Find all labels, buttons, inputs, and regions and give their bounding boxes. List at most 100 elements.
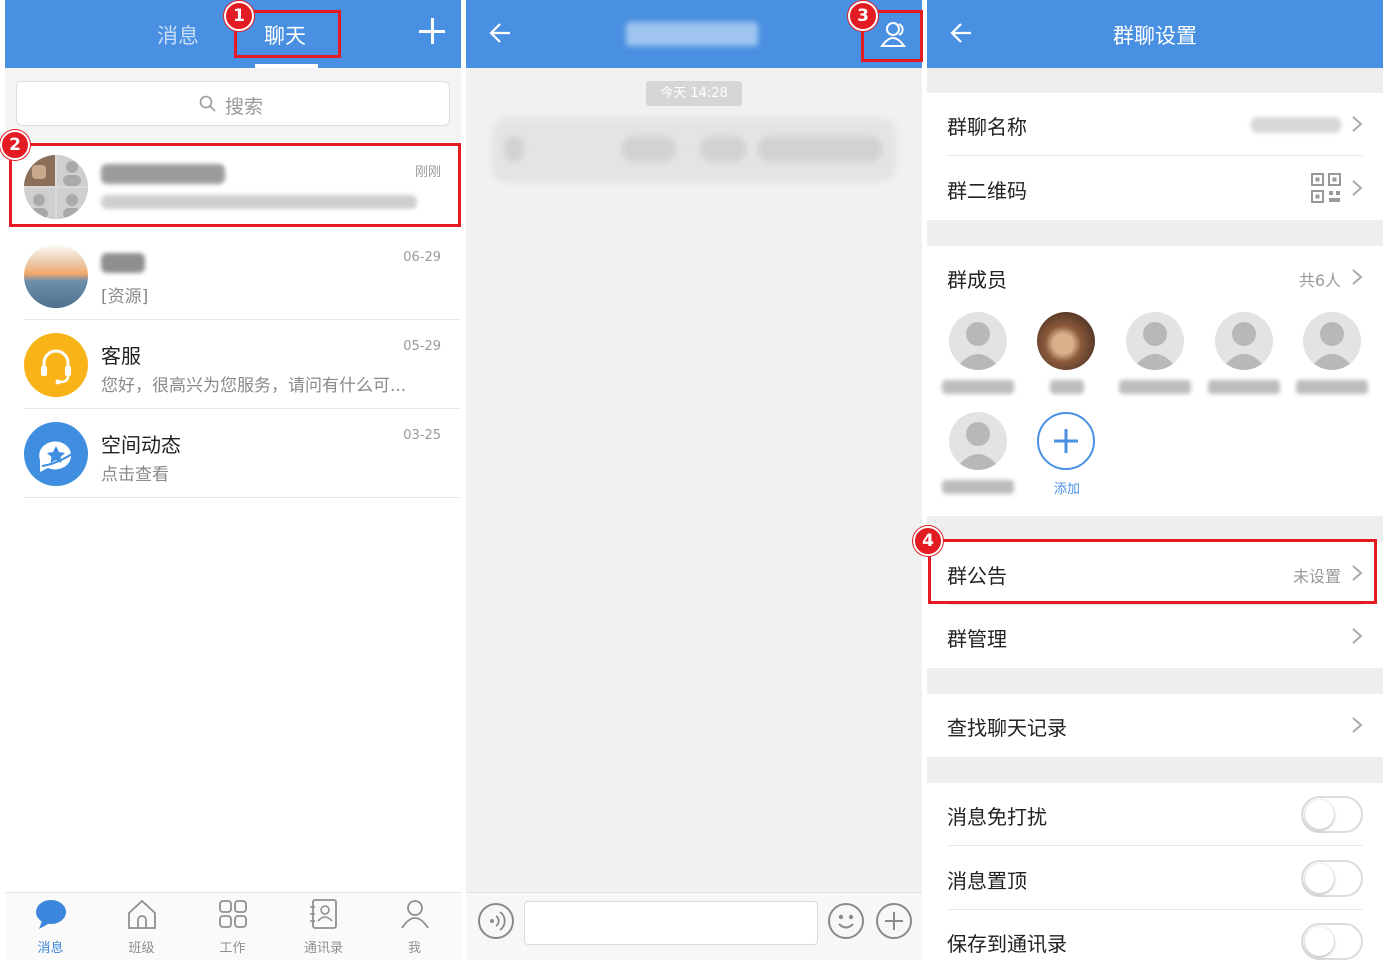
tabbar-label: 通讯录 <box>303 941 343 956</box>
member-avatar[interactable] <box>1026 312 1108 406</box>
pin-toggle[interactable] <box>1301 860 1363 897</box>
tabbar-item-messages[interactable]: 消息 <box>5 893 96 960</box>
callout-badge: 4 <box>913 526 943 556</box>
save-contacts-toggle[interactable] <box>1301 923 1363 960</box>
plus-icon[interactable] <box>419 18 445 44</box>
callout-badge: 3 <box>848 1 878 31</box>
default-avatar-icon <box>949 412 1007 470</box>
blurred-member-name <box>942 480 1014 494</box>
row-label: 群二维码 <box>947 179 1027 203</box>
blurred-name <box>101 253 145 273</box>
group-members-section: 群成员 共6人 添加 <box>927 246 1383 516</box>
search-placeholder: 搜索 <box>225 96 264 118</box>
row-search-history[interactable]: 查找聊天记录 <box>927 694 1383 757</box>
plus-icon <box>885 912 903 930</box>
default-avatar-icon <box>1126 312 1184 370</box>
tabbar-item-work[interactable]: 工作 <box>187 893 278 960</box>
row-pin: 消息置顶 <box>927 847 1383 910</box>
tab-messages[interactable]: 消息 <box>157 20 199 50</box>
headset-icon <box>41 349 71 385</box>
conversation-item[interactable]: 空间动态 点击查看 03-25 <box>5 409 461 498</box>
conversation-preview: 您好，很高兴为您服务，请问有什么可... <box>101 376 407 396</box>
conversation-time: 06-29 <box>403 250 441 265</box>
search-icon <box>199 95 216 112</box>
customer-service-avatar <box>24 333 88 397</box>
grid-icon <box>219 900 247 928</box>
message-input[interactable] <box>524 901 818 945</box>
conversation-name: 空间动态 <box>101 433 181 457</box>
row-label: 群成员 <box>947 268 1007 292</box>
chevron-right-icon <box>1352 717 1363 733</box>
member-avatar[interactable] <box>938 312 1020 406</box>
back-arrow-icon[interactable] <box>486 20 512 46</box>
conversation-time: 05-29 <box>403 339 441 354</box>
search-input[interactable]: 搜索 <box>16 81 450 126</box>
sunset-avatar <box>24 244 88 308</box>
chevron-right-icon <box>1352 180 1363 196</box>
add-member-icon <box>1037 412 1095 470</box>
top-bar: 群聊设置 <box>927 0 1383 68</box>
more-button[interactable] <box>876 903 912 939</box>
default-avatar-icon <box>1215 312 1273 370</box>
chat-history-section: 查找聊天记录 <box>927 694 1383 757</box>
add-member-label: 添加 <box>1053 482 1080 497</box>
member-avatar[interactable] <box>1292 312 1374 406</box>
default-avatar-icon <box>1303 312 1361 370</box>
bottom-tab-bar: 消息 班级 工作 通讯录 我 <box>5 892 461 960</box>
page-title: 群聊设置 <box>1113 24 1197 48</box>
member-avatar[interactable] <box>938 412 1020 506</box>
mute-toggle[interactable] <box>1301 796 1363 833</box>
row-label: 群聊名称 <box>947 115 1027 139</box>
chat-bubble-icon <box>36 900 66 929</box>
tabbar-label: 班级 <box>128 941 155 956</box>
member-count: 共6人 <box>1298 271 1341 290</box>
row-save-contacts: 保存到通讯录 <box>927 910 1383 960</box>
contacts-icon <box>310 899 337 929</box>
house-icon <box>128 899 156 929</box>
blurred-message <box>492 118 896 182</box>
add-member-button[interactable]: 添加 <box>1026 412 1108 506</box>
chevron-right-icon <box>1352 628 1363 644</box>
blurred-chat-title <box>626 22 758 46</box>
tabbar-item-me[interactable]: 我 <box>369 893 460 960</box>
qrcode-icon <box>1311 173 1341 203</box>
row-label: 保存到通讯录 <box>947 932 1067 956</box>
tabbar-label: 消息 <box>37 941 64 956</box>
blurred-member-name <box>1050 380 1084 394</box>
divider <box>947 845 1363 846</box>
message-timestamp: 今天 14:28 <box>646 81 742 106</box>
row-label: 消息置顶 <box>947 869 1027 893</box>
conversation-time: 03-25 <box>403 428 441 443</box>
tabbar-label: 我 <box>407 941 421 956</box>
emoji-button[interactable] <box>828 903 864 939</box>
callout-badge: 2 <box>0 130 30 160</box>
tabbar-item-contacts[interactable]: 通讯录 <box>278 893 369 960</box>
tabbar-label: 工作 <box>219 941 246 956</box>
tabbar-item-class[interactable]: 班级 <box>96 893 187 960</box>
group-settings-panel: 群聊设置 群聊名称 群二维码 群成员 共6人 添加 群公告 未设置 群管理 查找… <box>927 0 1383 960</box>
conversation-item[interactable]: 客服 您好，很高兴为您服务，请问有什么可... 05-29 <box>5 320 461 409</box>
member-avatar[interactable] <box>1204 312 1286 406</box>
callout-badge: 1 <box>224 1 254 31</box>
voice-button[interactable] <box>478 903 514 939</box>
space-icon <box>39 441 73 472</box>
row-members[interactable]: 群成员 共6人 <box>927 246 1383 309</box>
voice-icon <box>490 911 506 931</box>
conversation-item[interactable]: [资源] 06-29 <box>5 231 461 320</box>
row-mute: 消息免打扰 <box>927 783 1383 846</box>
emoji-icon <box>838 914 854 929</box>
chevron-right-icon <box>1352 269 1363 285</box>
chat-window-panel: 今天 14:28 <box>466 0 922 960</box>
row-group-manage[interactable]: 群管理 <box>927 605 1383 668</box>
group-info-section: 群聊名称 群二维码 <box>927 93 1383 220</box>
blurred-member-name <box>1208 380 1280 394</box>
row-qrcode[interactable]: 群二维码 <box>927 157 1383 220</box>
row-group-name[interactable]: 群聊名称 <box>927 93 1383 156</box>
row-label: 消息免打扰 <box>947 805 1047 829</box>
conversation-preview: [资源] <box>101 287 149 307</box>
blurred-group-name <box>1251 117 1341 133</box>
blurred-member-name <box>942 380 1014 394</box>
divider <box>947 155 1363 156</box>
member-avatar[interactable] <box>1115 312 1197 406</box>
callout-highlight <box>9 143 461 227</box>
